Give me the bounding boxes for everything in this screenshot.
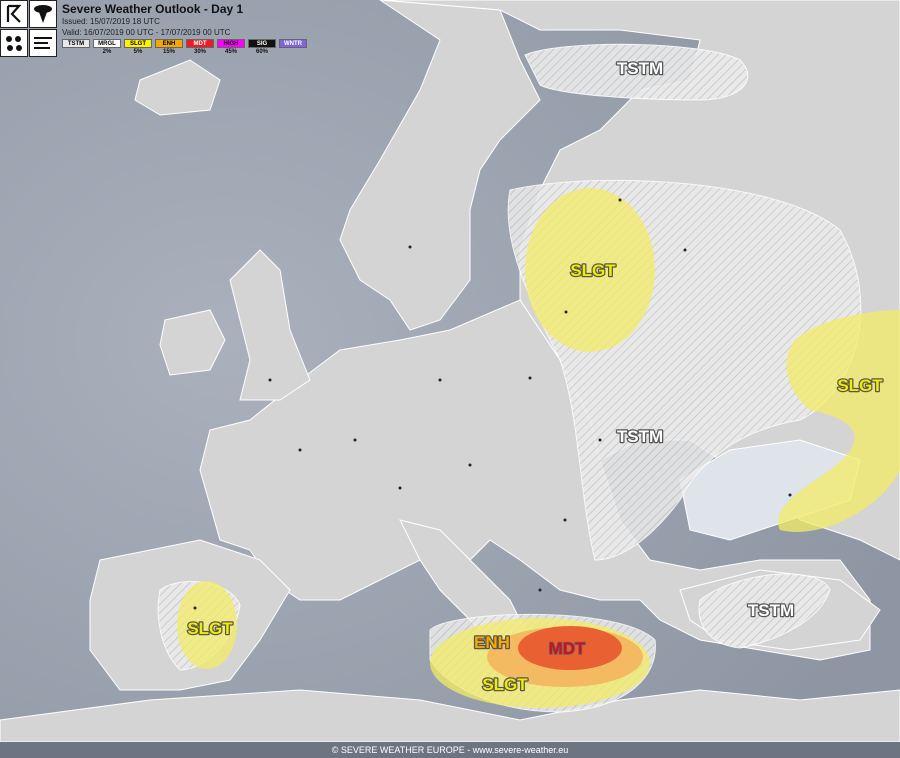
legend-pct: 15%	[162, 49, 175, 55]
legend-pct: 5%	[133, 49, 143, 55]
legend-chip: MDT	[186, 39, 214, 48]
legend-item: HIGH 45%	[217, 39, 245, 55]
legend-chip: SIG	[248, 39, 276, 48]
tornado-icon	[29, 0, 57, 28]
legend-chip: HIGH	[217, 39, 245, 48]
legend-chip: TSTM	[62, 39, 90, 48]
label-slgt-spain: SLGT	[187, 619, 233, 638]
legend-item: TSTM	[62, 39, 90, 55]
footer-credit: © SEVERE WEATHER EUROPE - www.severe-wea…	[0, 742, 900, 758]
label-tstm-turkey: TSTM	[748, 601, 794, 620]
legend-chip: MRGL	[93, 39, 121, 48]
legend-pct: 2%	[102, 49, 112, 55]
legend-chip: WNTR	[279, 39, 307, 48]
valid-text: Valid: 16/07/2019 00 UTC - 17/07/2019 00…	[62, 28, 231, 37]
wind-icon	[29, 29, 57, 57]
label-enh: ENH	[474, 633, 510, 652]
legend-pct: 45%	[224, 49, 237, 55]
label-tstm-central: TSTM	[617, 427, 663, 446]
legend-pct: 60%	[255, 49, 268, 55]
label-mdt: MDT	[549, 639, 586, 658]
legend-item: SLGT 5%	[124, 39, 152, 55]
label-tstm-north: TSTM	[617, 59, 663, 78]
outlook-header: Severe Weather Outlook - Day 1 Issued: 1…	[0, 0, 307, 58]
label-slgt-baltic: SLGT	[570, 261, 616, 280]
legend-pct: 30%	[193, 49, 206, 55]
outlook-title: Severe Weather Outlook - Day 1	[62, 2, 244, 16]
outlook-map: TSTM SLGT TSTM SLGT TSTM SLGT ENH MDT SL…	[0, 0, 900, 758]
legend-item: ENH 15%	[155, 39, 183, 55]
label-slgt-south: SLGT	[482, 675, 528, 694]
legend-item: SIG 60%	[248, 39, 276, 55]
issued-text: Issued: 15/07/2019 18 UTC	[62, 17, 160, 26]
hail-icon	[0, 29, 28, 57]
label-slgt-east: SLGT	[837, 376, 883, 395]
legend-item: MRGL 2%	[93, 39, 121, 55]
legend-item: WNTR	[279, 39, 307, 55]
legend-chip: ENH	[155, 39, 183, 48]
legend-item: MDT 30%	[186, 39, 214, 55]
severe-weather-logo-icon	[0, 0, 28, 28]
risk-legend: TSTM MRGL 2% SLGT 5% ENH 15% MDT 30% HIGH 45%…	[62, 39, 307, 55]
legend-chip: SLGT	[124, 39, 152, 48]
